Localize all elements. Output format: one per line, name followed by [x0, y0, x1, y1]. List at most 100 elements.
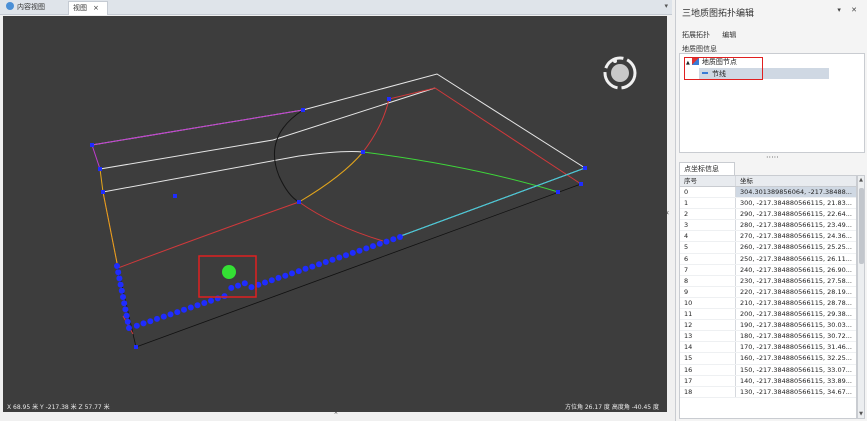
line-vertex[interactable] [140, 320, 147, 327]
red-fault-3 [117, 201, 300, 269]
node [297, 200, 301, 204]
line-vertex[interactable] [349, 249, 356, 256]
table-row[interactable]: 6 250, -217.384880566115, 26.11... [680, 253, 856, 265]
line-vertex[interactable] [115, 269, 122, 276]
column-header-coord[interactable]: 坐标 [736, 176, 856, 186]
line-vertex[interactable] [370, 243, 376, 250]
table-row[interactable]: 16 150, -217.384880566115, 33.07... [680, 364, 856, 376]
table-row[interactable]: 7 240, -217.384880566115, 26.90... [680, 264, 856, 276]
tree-highlight-box [684, 57, 763, 80]
line-vertex[interactable] [124, 318, 131, 325]
line-vertex[interactable] [363, 245, 370, 252]
tab-content-view[interactable]: 内容视图 [2, 1, 62, 15]
table-row[interactable]: 0 304.301389856064, -217.38488... [680, 187, 856, 199]
table-row[interactable]: 17 140, -217.384880566115, 33.89... [680, 375, 856, 387]
line-vertex[interactable] [248, 284, 255, 291]
table-row[interactable]: 8 230, -217.384880566115, 27.58... [680, 275, 856, 287]
table-row[interactable]: 14 170, -217.384880566115, 31.46... [680, 342, 856, 354]
line-vertex[interactable] [262, 279, 268, 286]
splitter-handle[interactable]: ····· [766, 153, 779, 162]
line-vertex[interactable] [268, 277, 275, 284]
table-row[interactable]: 5 260, -217.384880566115, 25.25... [680, 242, 856, 254]
line-vertex[interactable] [122, 306, 129, 313]
table-row[interactable]: 11 200, -217.384880566115, 29.38... [680, 309, 856, 321]
line-vertex[interactable] [187, 304, 194, 311]
edit-button[interactable]: 编辑 [722, 31, 736, 39]
line-vertex[interactable] [383, 238, 390, 245]
table-row[interactable]: 1 300, -217.384880566115, 21.83... [680, 198, 856, 210]
navigation-compass[interactable] [603, 56, 637, 90]
line-vertex[interactable] [208, 297, 214, 304]
column-header-index[interactable]: 序号 [680, 176, 736, 186]
line-vertex[interactable] [343, 252, 349, 259]
line-vertex[interactable] [121, 300, 128, 307]
table-row[interactable]: 2 290, -217.384880566115, 22.64... [680, 209, 856, 221]
line-vertex[interactable] [123, 312, 130, 319]
line-vertex[interactable] [118, 287, 125, 294]
line-vertex[interactable] [120, 294, 126, 300]
line-vertex[interactable] [376, 240, 383, 247]
line-vertex[interactable] [201, 300, 208, 306]
row-coordinate: 230, -217.384880566115, 27.58... [740, 276, 852, 285]
close-icon[interactable]: × [93, 4, 99, 12]
scroll-thumb[interactable] [859, 188, 864, 264]
node [98, 167, 102, 171]
table-row[interactable]: 15 160, -217.384880566115, 32.25... [680, 353, 856, 365]
scroll-up-icon[interactable]: ▲ [858, 177, 864, 183]
tab-point-coords[interactable]: 点坐标信息 [679, 162, 735, 175]
table-row[interactable]: 9 220, -217.384880566115, 28.19... [680, 286, 856, 298]
line-vertex[interactable] [289, 270, 295, 277]
line-vertex[interactable] [309, 263, 316, 270]
3d-viewport[interactable] [3, 16, 667, 412]
line-vertex[interactable] [282, 272, 289, 279]
line-vertex[interactable] [126, 325, 132, 331]
line-vertex[interactable] [114, 263, 120, 269]
red-edge-right [388, 87, 582, 185]
cursor-point[interactable] [222, 265, 236, 279]
chevron-down-icon[interactable]: ▾ [664, 2, 668, 10]
line-vertex[interactable] [221, 293, 228, 300]
line-vertex[interactable] [117, 281, 124, 288]
line-vertex[interactable] [241, 280, 248, 287]
line-vertex[interactable] [302, 265, 309, 272]
chevron-left-icon[interactable]: ‹ [666, 208, 669, 217]
line-vertex[interactable] [194, 302, 201, 309]
scene-canvas[interactable] [3, 16, 667, 412]
scroll-down-icon[interactable]: ▼ [858, 411, 864, 417]
table-row[interactable]: 3 280, -217.384880566115, 23.49... [680, 220, 856, 232]
line-vertex[interactable] [133, 322, 140, 329]
table-scrollbar[interactable]: ▲ ▼ [857, 175, 865, 419]
line-vertex[interactable] [397, 234, 403, 240]
table-row[interactable]: 18 130, -217.384880566115, 34.67... [680, 386, 856, 398]
panel-pin-close-icon[interactable]: ▾ ✕ [837, 6, 861, 14]
line-vertex[interactable] [174, 309, 181, 316]
line-vertex[interactable] [116, 275, 123, 282]
row-index: 1 [680, 198, 736, 209]
table-row[interactable]: 12 190, -217.384880566115, 30.03... [680, 320, 856, 332]
table-row[interactable]: 4 270, -217.384880566115, 24.36... [680, 231, 856, 243]
expand-topology-button[interactable]: 拓展拓扑 [682, 31, 710, 39]
line-vertex[interactable] [336, 254, 343, 261]
table-row[interactable]: 10 210, -217.384880566115, 28.78... [680, 297, 856, 310]
line-vertex[interactable] [181, 306, 187, 313]
line-vertex[interactable] [228, 284, 235, 291]
line-vertex[interactable] [322, 259, 329, 265]
coordinate-table: 序号 坐标 0 304.301389856064, -217.38488... 1 3… [679, 175, 857, 419]
line-vertex[interactable] [275, 274, 282, 281]
table-row[interactable]: 13 180, -217.384880566115, 30.72... [680, 331, 856, 343]
chevron-up-icon[interactable]: ⌃ [333, 411, 339, 419]
line-vertex[interactable] [167, 311, 174, 318]
line-vertex[interactable] [390, 236, 397, 243]
line-vertex[interactable] [329, 256, 336, 263]
line-vertex[interactable] [235, 282, 241, 289]
line-vertex[interactable] [160, 313, 167, 320]
line-vertex[interactable] [154, 315, 160, 322]
line-vertex[interactable] [295, 268, 302, 275]
row-coordinate: 240, -217.384880566115, 26.90... [740, 265, 852, 274]
line-vertex[interactable] [316, 261, 322, 268]
viewport-statusbar: X 68.95 米 Y -217.38 米 Z 57.77 米 方位角 26.1… [3, 398, 667, 412]
node [556, 190, 560, 194]
line-vertex[interactable] [356, 247, 363, 254]
line-vertex[interactable] [147, 318, 154, 325]
tab-view[interactable]: 视图 × [68, 1, 108, 15]
